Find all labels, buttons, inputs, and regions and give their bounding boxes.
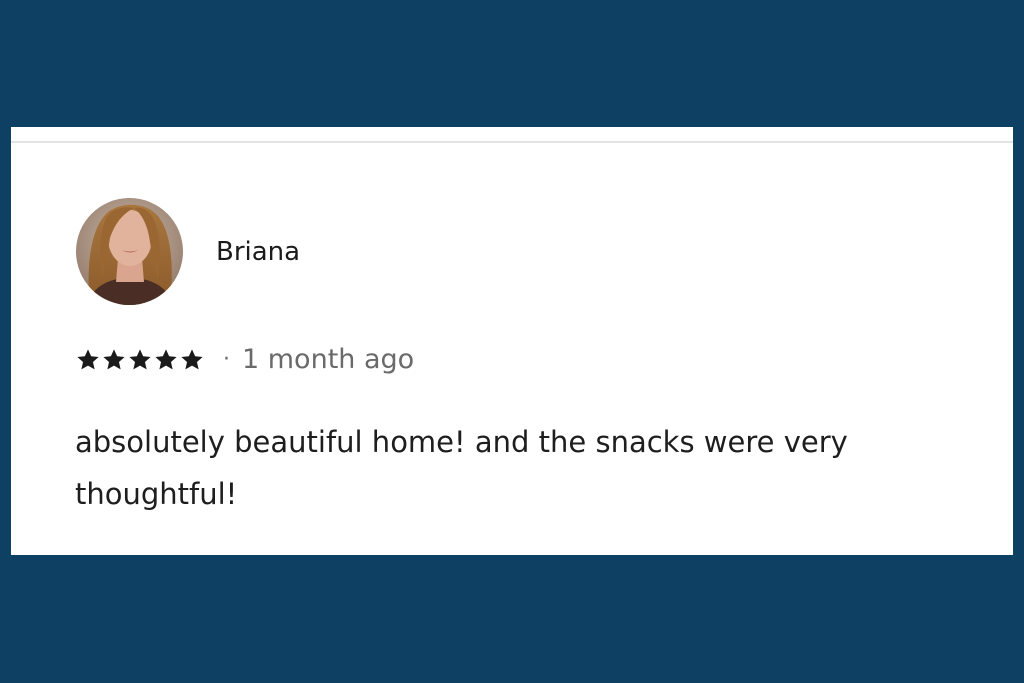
reviewer-avatar[interactable] <box>76 198 183 305</box>
star-icon <box>77 349 99 370</box>
review-text: absolutely beautiful home! and the snack… <box>75 425 848 511</box>
separator-dot: · <box>223 347 230 372</box>
star-icon <box>155 349 177 370</box>
review-card: Briana · 1 month ago absolutely beautifu… <box>11 127 1013 555</box>
star-icon <box>181 349 203 370</box>
review-date: 1 month ago <box>242 344 415 375</box>
divider <box>11 141 1013 143</box>
star-rating <box>75 347 205 373</box>
user-photo-icon <box>76 198 183 305</box>
reviewer-name: Briana <box>216 237 301 267</box>
star-icon <box>103 349 125 370</box>
review-meta: · 1 month ago <box>75 340 414 380</box>
star-icon <box>129 349 151 370</box>
